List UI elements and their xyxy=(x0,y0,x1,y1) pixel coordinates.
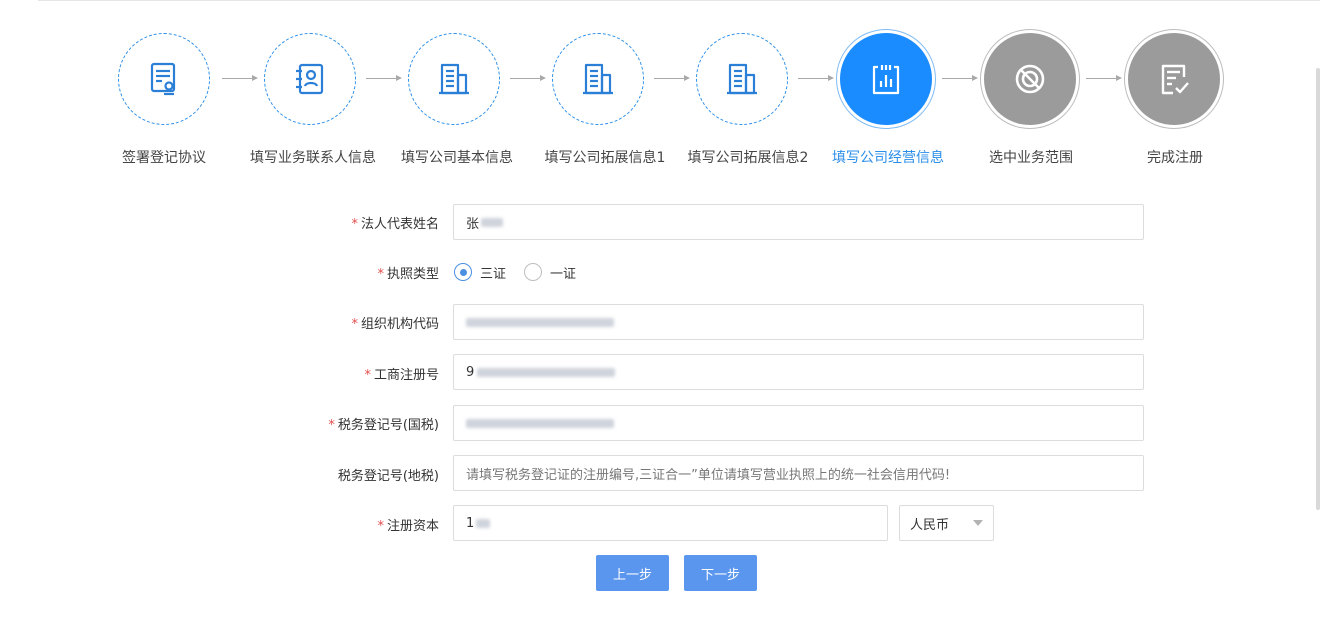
capital-input[interactable]: 1 xyxy=(453,505,888,541)
step-label-8: 完成注册 xyxy=(1147,150,1203,166)
building-icon xyxy=(583,63,613,95)
tax-national-input[interactable] xyxy=(453,405,1144,441)
business-reg-value: 9 xyxy=(466,364,475,380)
next-step-button[interactable]: 下一步 xyxy=(684,555,757,591)
chevron-down-icon xyxy=(973,520,983,526)
redacted-text xyxy=(481,217,504,227)
required-mark: * xyxy=(351,317,358,332)
org-code-input[interactable] xyxy=(453,304,1144,340)
business-reg-label: * 工商注册号 xyxy=(364,368,439,383)
chart-board-icon xyxy=(872,65,900,95)
tax-national-label: * 税务登记号(国税) xyxy=(328,418,439,433)
step-label-1: 签署登记协议 xyxy=(122,150,206,166)
no-scope-icon xyxy=(1015,64,1045,94)
step-arrow xyxy=(942,75,978,81)
sign-agreement-icon xyxy=(150,62,176,96)
license-three-label[interactable]: 三证 xyxy=(480,263,506,282)
org-code-label: * 组织机构代码 xyxy=(351,317,439,332)
legal-rep-input[interactable]: 张 xyxy=(453,204,1144,240)
step-label-4: 填写公司拓展信息1 xyxy=(544,150,666,166)
step-label-5: 填写公司拓展信息2 xyxy=(687,150,809,166)
redacted-text xyxy=(466,317,614,327)
redacted-text xyxy=(466,418,614,428)
required-mark: * xyxy=(328,418,335,433)
currency-select[interactable]: 人民币 xyxy=(899,505,994,541)
step-5-extended-info-2 xyxy=(696,33,788,125)
top-divider xyxy=(38,0,1320,1)
step-2-contacts xyxy=(264,33,356,125)
step-arrow xyxy=(366,75,402,81)
vertical-scrollbar[interactable] xyxy=(1316,68,1320,510)
tax-local-placeholder: 请填写税务登记证的注册编号,三证合一”单位请填写营业执照上的统一社会信用代码! xyxy=(466,467,951,483)
license-type-radio-group: 三证 一证 xyxy=(454,261,594,283)
required-mark: * xyxy=(364,368,371,383)
building-icon xyxy=(439,63,469,95)
building-icon xyxy=(727,63,757,95)
legal-rep-value: 张 xyxy=(466,216,480,232)
legal-rep-label: * 法人代表姓名 xyxy=(351,217,439,232)
required-mark: * xyxy=(377,267,384,282)
redacted-text xyxy=(476,518,491,528)
required-mark: * xyxy=(351,217,358,232)
step-arrow xyxy=(510,75,546,81)
license-three-radio[interactable] xyxy=(454,263,472,281)
step-8-complete xyxy=(1128,33,1220,125)
prev-step-button[interactable]: 上一步 xyxy=(596,555,669,591)
step-label-6: 填写公司经营信息 xyxy=(832,150,944,166)
step-label-3: 填写公司基本信息 xyxy=(401,150,513,166)
redacted-text xyxy=(477,367,616,377)
step-4-extended-info-1 xyxy=(552,33,644,125)
tax-local-input[interactable]: 请填写税务登记证的注册编号,三证合一”单位请填写营业执照上的统一社会信用代码! xyxy=(453,455,1144,491)
step-3-basic-info xyxy=(408,33,500,125)
step-arrow xyxy=(798,75,834,81)
license-type-label: * 执照类型 xyxy=(377,267,439,282)
required-mark: * xyxy=(377,519,384,534)
contacts-icon xyxy=(296,63,324,95)
capital-label: * 注册资本 xyxy=(377,519,439,534)
step-7-business-scope xyxy=(984,33,1076,125)
step-1-sign-agreement xyxy=(118,33,210,125)
business-reg-input[interactable]: 9 xyxy=(453,354,1144,390)
currency-value: 人民币 xyxy=(910,517,950,533)
tax-local-label: 税务登记号(地税) xyxy=(337,469,439,484)
license-one-radio[interactable] xyxy=(524,263,543,281)
step-label-7: 选中业务范围 xyxy=(989,150,1073,166)
capital-value: 1 xyxy=(466,515,475,531)
step-label-2: 填写业务联系人信息 xyxy=(250,150,376,166)
license-one-label[interactable]: 一证 xyxy=(550,263,576,282)
step-arrow xyxy=(1086,75,1122,81)
step-arrow xyxy=(654,75,690,81)
step-6-business-info xyxy=(840,33,932,125)
checklist-icon xyxy=(1161,64,1189,95)
step-arrow xyxy=(222,75,258,81)
